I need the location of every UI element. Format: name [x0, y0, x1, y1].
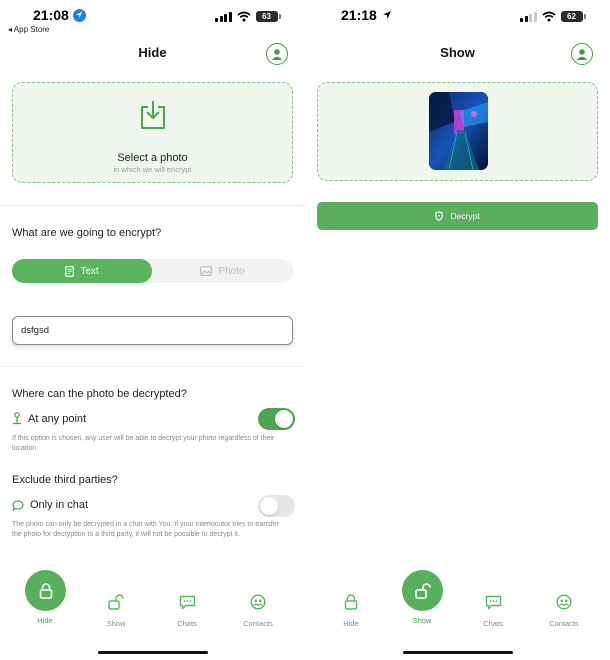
selected-photo-zone[interactable]	[317, 82, 598, 181]
decrypt-button-label: Decrypt	[450, 211, 480, 221]
tab-show[interactable]: Show	[392, 570, 452, 630]
status-time: 21:08	[33, 7, 86, 23]
hide-screen: 21:08 ◂ App Store 63 Hide Select a photo…	[0, 0, 305, 660]
status-time-text: 21:18	[341, 7, 377, 23]
profile-button[interactable]	[266, 43, 288, 65]
select-photo-dropzone[interactable]: Select a photo in which we will encrypt	[12, 82, 293, 183]
any-point-description: If this option is chosen, any user will …	[12, 435, 275, 452]
segment-text-label: Text	[80, 265, 99, 277]
chat-icon	[485, 595, 501, 609]
bottom-tab-bar: Hide Show Chats Contacts	[305, 570, 610, 630]
tab-show[interactable]: Show	[86, 592, 146, 628]
exclude-third-parties-question: Exclude third parties?	[12, 474, 118, 486]
encrypt-question: What are we going to encrypt?	[12, 227, 162, 239]
tab-hide-label: Hide	[343, 619, 359, 628]
speech-bubble-icon	[12, 499, 24, 511]
status-time: 21:18	[341, 7, 394, 23]
encrypt-type-segmented-control: Text Photo	[12, 259, 293, 283]
wifi-icon	[541, 11, 556, 22]
system-icons: 62	[520, 11, 586, 22]
secret-text-input[interactable]	[12, 316, 293, 345]
divider	[0, 366, 305, 367]
tab-chats[interactable]: Chats	[463, 592, 523, 628]
chat-icon	[179, 595, 195, 609]
tab-hide-bubble	[25, 570, 66, 611]
tab-hide[interactable]: Hide	[321, 592, 381, 628]
status-bar: 21:08 ◂ App Store 63	[0, 0, 305, 36]
dropzone-subtitle: in which we will encrypt	[113, 165, 192, 174]
lock-icon	[39, 582, 52, 599]
only-in-chat-label: Only in chat	[30, 499, 89, 511]
cellular-signal-icon	[215, 11, 232, 22]
location-pin-icon	[13, 412, 21, 425]
toggle-knob	[275, 410, 293, 428]
segment-photo[interactable]: Photo	[152, 259, 293, 283]
bottom-tab-bar: Hide Show Chats Contacts	[0, 570, 305, 630]
location-arrow-icon	[381, 9, 394, 22]
tab-chats-label: Chats	[483, 619, 503, 628]
tab-contacts[interactable]: Contacts	[534, 592, 594, 628]
segment-text[interactable]: Text	[12, 259, 152, 283]
home-indicator	[403, 651, 513, 654]
location-arrow-icon	[72, 8, 86, 22]
divider	[0, 205, 305, 206]
tab-show-bubble	[402, 570, 443, 611]
lock-icon	[344, 594, 358, 610]
battery-icon: 62	[560, 11, 586, 22]
user-icon	[576, 49, 588, 60]
tab-hide-label: Hide	[37, 616, 53, 625]
home-indicator	[98, 651, 208, 654]
tab-show-label: Show	[106, 619, 126, 628]
tab-contacts-label: Contacts	[549, 619, 579, 628]
any-point-label: At any point	[28, 412, 87, 425]
tab-chats-label: Chats	[177, 619, 197, 628]
show-screen: 21:18 62 Show Decrypt Hide Show Chats Co…	[305, 0, 610, 660]
photo-image	[429, 92, 488, 170]
page-title: Show	[440, 45, 475, 60]
shield-icon	[435, 211, 444, 221]
wifi-icon	[236, 11, 251, 22]
decrypt-place-question: Where can the photo be decrypted?	[12, 388, 187, 400]
any-point-toggle[interactable]	[258, 408, 295, 430]
segment-photo-label: Photo	[218, 265, 245, 277]
user-icon	[271, 49, 283, 60]
contacts-icon	[250, 594, 266, 610]
tab-contacts[interactable]: Contacts	[228, 592, 288, 628]
tab-contacts-label: Contacts	[243, 619, 273, 628]
cellular-signal-icon	[520, 11, 537, 22]
tab-hide[interactable]: Hide	[15, 570, 75, 630]
page-title: Hide	[138, 45, 167, 60]
status-bar: 21:18 62	[305, 0, 610, 36]
download-tray-icon	[141, 101, 165, 129]
document-icon	[65, 265, 75, 277]
any-point-option: At any point	[12, 412, 86, 425]
system-icons: 63	[215, 11, 281, 22]
only-in-chat-description: The photo can only be decrypted in a cha…	[12, 521, 279, 538]
decrypt-button[interactable]: Decrypt	[317, 202, 598, 230]
unlock-icon	[414, 582, 431, 599]
dropzone-title: Select a photo	[117, 152, 188, 164]
tab-chats[interactable]: Chats	[157, 592, 217, 628]
battery-icon: 63	[255, 11, 281, 22]
only-in-chat-option: Only in chat	[12, 499, 88, 511]
profile-button[interactable]	[571, 43, 593, 65]
tab-show-label: Show	[412, 616, 432, 625]
status-time-text: 21:08	[33, 7, 69, 23]
image-icon	[200, 266, 213, 276]
back-to-app-store-link[interactable]: ◂ App Store	[8, 25, 49, 34]
photo-thumbnail[interactable]	[429, 92, 488, 170]
contacts-icon	[556, 594, 572, 610]
only-in-chat-toggle[interactable]	[258, 495, 295, 517]
toggle-knob	[260, 497, 278, 515]
unlock-icon	[108, 594, 124, 610]
